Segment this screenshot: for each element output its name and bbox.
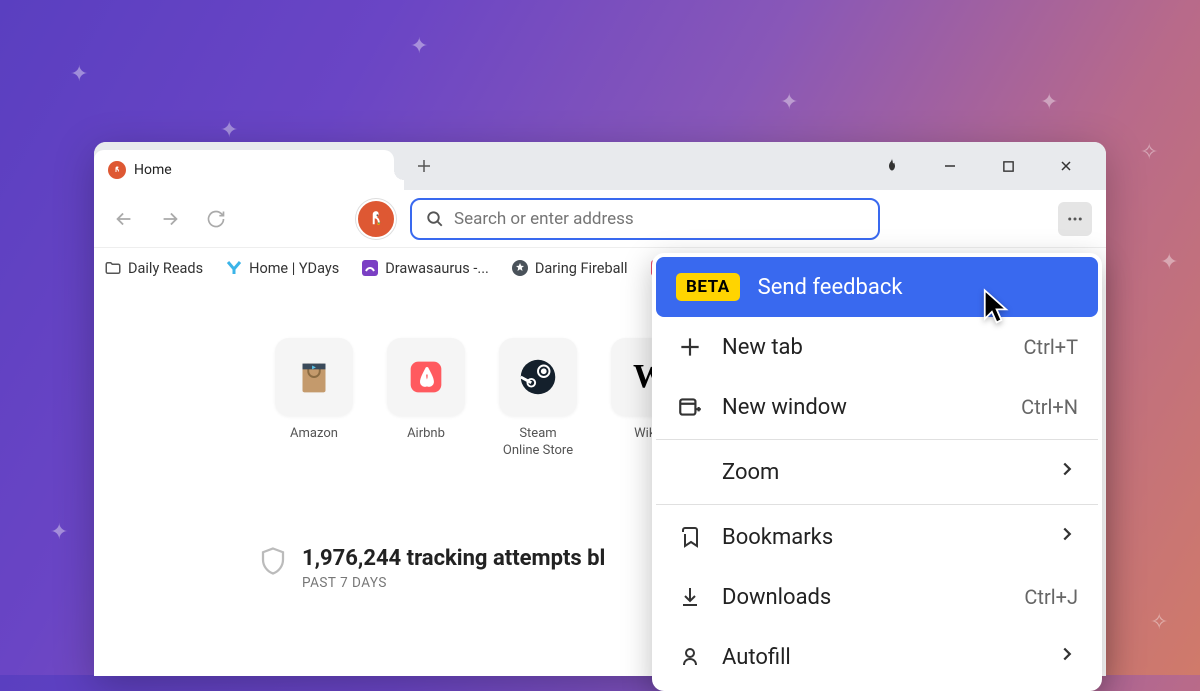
menu-downloads[interactable]: Downloads Ctrl+J (656, 567, 1098, 627)
tracking-period: PAST 7 DAYS (302, 575, 605, 591)
menu-button[interactable] (1058, 202, 1092, 236)
back-button[interactable] (108, 203, 140, 235)
download-icon (676, 583, 704, 611)
menu-shortcut: Ctrl+T (1024, 335, 1078, 359)
plus-icon (676, 333, 704, 361)
menu-shortcut: Ctrl+N (1021, 395, 1078, 419)
menu-shortcut: Ctrl+J (1024, 585, 1078, 609)
chevron-right-icon (1056, 643, 1078, 671)
toolbar (94, 190, 1106, 248)
menu-label: New tab (722, 335, 1006, 360)
amazon-icon (275, 338, 353, 416)
address-input[interactable] (454, 209, 864, 229)
maximize-button[interactable] (992, 150, 1024, 182)
daring-fireball-icon (511, 259, 529, 277)
window-plus-icon (676, 393, 704, 421)
menu-autofill[interactable]: Autofill (656, 627, 1098, 687)
menu-label: Zoom (722, 460, 1038, 485)
chevron-right-icon (1056, 458, 1078, 486)
bookmark-label: Daring Fireball (535, 260, 628, 277)
address-bar[interactable] (410, 198, 880, 240)
more-icon (1066, 210, 1084, 228)
menu-new-window[interactable]: New window Ctrl+N (656, 377, 1098, 437)
bookmark-label: Home | YDays (249, 260, 339, 277)
bookmark-label: Daily Reads (128, 260, 203, 277)
tab-favicon-duckduckgo (108, 161, 126, 179)
main-menu-dropdown: BETA Send feedback New tab Ctrl+T New wi… (652, 253, 1102, 691)
duckduckgo-logo-icon (356, 199, 396, 239)
shield-icon (258, 546, 288, 580)
menu-separator (656, 504, 1098, 505)
mouse-cursor-icon (980, 288, 1018, 330)
beta-badge: BETA (676, 273, 740, 301)
tracking-count: 1,976,244 tracking attempts bl (302, 546, 605, 571)
favorite-label: Steam Online Store (503, 426, 573, 460)
airbnb-icon (387, 338, 465, 416)
active-tab[interactable]: Home (94, 150, 394, 190)
tab-title: Home (134, 162, 172, 178)
close-button[interactable] (1050, 150, 1082, 182)
minimize-button[interactable] (934, 150, 966, 182)
favorite-label: Amazon (290, 426, 338, 443)
bookmark-daily-reads[interactable]: Daily Reads (104, 259, 203, 277)
menu-send-feedback[interactable]: BETA Send feedback (656, 257, 1098, 317)
menu-label: Downloads (722, 585, 1006, 610)
menu-new-tab[interactable]: New tab Ctrl+T (656, 317, 1098, 377)
bookmark-daring-fireball[interactable]: Daring Fireball (511, 259, 628, 277)
bookmark-ydays[interactable]: Home | YDays (225, 259, 339, 277)
autofill-icon (676, 643, 704, 671)
chevron-right-icon (1056, 523, 1078, 551)
window-controls (876, 150, 1106, 182)
menu-label: Bookmarks (722, 525, 1038, 550)
fire-button[interactable] (876, 150, 908, 182)
menu-label: New window (722, 395, 1003, 420)
titlebar: Home (94, 142, 1106, 190)
drawasaurus-icon (361, 259, 379, 277)
reload-button[interactable] (200, 203, 232, 235)
forward-button[interactable] (154, 203, 186, 235)
bookmarks-icon (676, 523, 704, 551)
steam-icon (499, 338, 577, 416)
bookmark-drawasaurus[interactable]: Drawasaurus -... (361, 259, 489, 277)
bookmark-label: Drawasaurus -... (385, 260, 489, 277)
ydays-icon (225, 259, 243, 277)
favorite-airbnb[interactable]: Airbnb (386, 338, 466, 460)
favorite-label: Airbnb (407, 426, 445, 443)
menu-label: Autofill (722, 645, 1038, 670)
menu-label: Send feedback (758, 275, 1078, 300)
menu-bookmarks[interactable]: Bookmarks (656, 507, 1098, 567)
menu-zoom[interactable]: Zoom (656, 442, 1098, 502)
favorite-steam[interactable]: Steam Online Store (498, 338, 578, 460)
new-tab-button[interactable] (408, 150, 440, 182)
favorite-amazon[interactable]: Amazon (274, 338, 354, 460)
menu-separator (656, 439, 1098, 440)
folder-icon (104, 259, 122, 277)
search-icon (426, 210, 444, 228)
